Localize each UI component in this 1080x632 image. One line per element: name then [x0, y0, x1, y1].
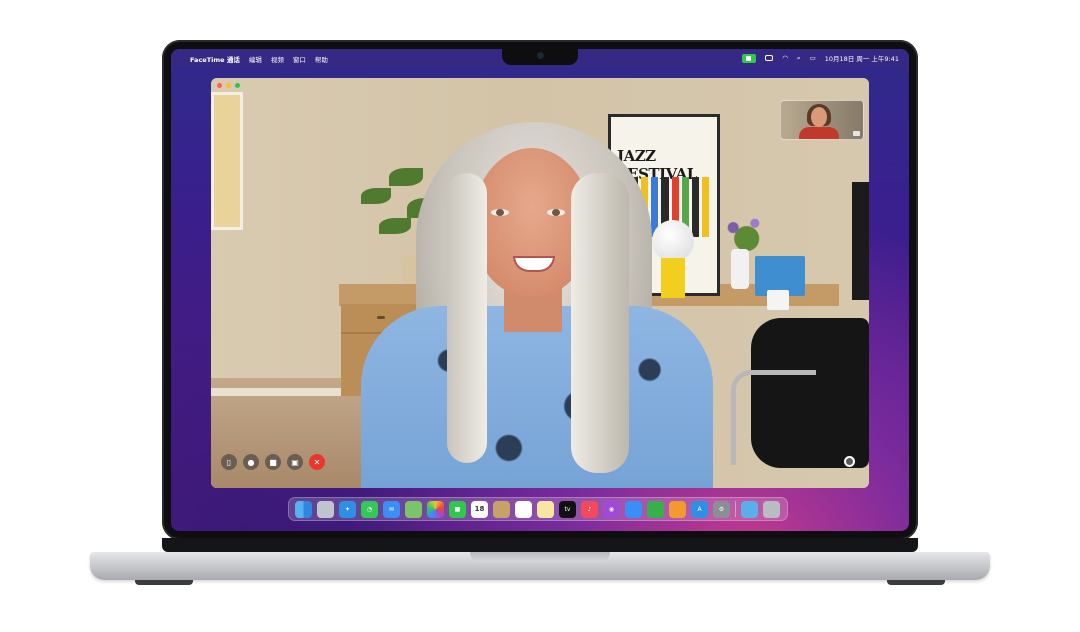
- tv-icon[interactable]: tv: [559, 500, 576, 518]
- plant-leaf: [361, 188, 391, 204]
- close-button[interactable]: [217, 83, 222, 88]
- lamp-shade: [652, 220, 694, 262]
- numbers-icon[interactable]: [647, 500, 664, 518]
- menu-window[interactable]: 窗口: [293, 54, 306, 64]
- macbook: FaceTime 通话 编辑 视频 窗口 帮助 ◠ ⌕ ▭ 10月18日 周一 …: [0, 0, 1080, 632]
- dock: ✦ ◔ ✉ ■ 18 tv ♪ ◉ A ⚙: [288, 497, 788, 521]
- contacts-icon[interactable]: [493, 500, 510, 518]
- pen-cup: [767, 290, 789, 310]
- person-eye: [547, 209, 565, 216]
- camera-icon[interactable]: ■: [265, 454, 281, 470]
- vase: [731, 249, 749, 289]
- call-controls: ▯ ● ■ ▣ ✕: [221, 454, 325, 470]
- facetime-window: JAZZ FESTIVAL ▯ ● ■ ▣ ✕: [211, 78, 869, 488]
- window-controls: [217, 83, 240, 88]
- safari-icon[interactable]: ✦: [339, 500, 356, 518]
- plant-leaf: [389, 168, 423, 186]
- person-sweater: [361, 306, 713, 488]
- battery-icon[interactable]: [765, 55, 774, 61]
- messages-icon[interactable]: ◔: [361, 500, 378, 518]
- lamp-base: [661, 258, 685, 298]
- camera-lens: [538, 53, 543, 58]
- minimize-button[interactable]: [226, 83, 231, 88]
- pip-body: [799, 127, 839, 139]
- chair-arm: [731, 370, 816, 465]
- monitor: [852, 182, 869, 300]
- sidebar-icon[interactable]: ▯: [221, 454, 237, 470]
- reminders-icon[interactable]: [515, 500, 532, 518]
- music-icon[interactable]: ♪: [581, 500, 598, 518]
- control-center-icon[interactable]: ▭: [810, 54, 816, 62]
- menu-bar-left: FaceTime 通话 编辑 视频 窗口 帮助: [181, 54, 328, 64]
- person-hair-left: [447, 173, 487, 463]
- wifi-icon[interactable]: ◠: [782, 54, 788, 62]
- podcasts-icon[interactable]: ◉: [603, 500, 620, 518]
- microphone-icon[interactable]: ●: [243, 454, 259, 470]
- maps-icon[interactable]: [405, 500, 422, 518]
- notes-icon[interactable]: [537, 500, 554, 518]
- end-call-icon[interactable]: ✕: [309, 454, 325, 470]
- pip-camera-icon[interactable]: [853, 131, 860, 136]
- pip-face: [811, 107, 827, 127]
- menu-clock[interactable]: 10月18日 周一 上午9:41: [825, 53, 899, 63]
- foot-left: [135, 580, 193, 585]
- shutter-icon[interactable]: [844, 456, 855, 467]
- app-menu[interactable]: FaceTime 通话: [190, 54, 240, 64]
- wall-frame: [211, 92, 243, 230]
- calendar-icon[interactable]: 18: [471, 500, 488, 518]
- person-eye: [491, 209, 509, 216]
- baseboard: [211, 388, 351, 396]
- pages-icon[interactable]: [669, 500, 686, 518]
- photos-icon[interactable]: [427, 500, 444, 518]
- person-hair-right: [571, 173, 629, 473]
- flowers: [717, 210, 771, 254]
- keynote-icon[interactable]: [625, 500, 642, 518]
- plant-leaf: [379, 218, 411, 234]
- menu-video[interactable]: 视频: [271, 54, 284, 64]
- self-view-pip[interactable]: [780, 100, 864, 140]
- hinge: [162, 538, 918, 552]
- finder-icon[interactable]: [295, 500, 312, 518]
- downloads-folder-icon[interactable]: [741, 500, 758, 518]
- facetime-icon[interactable]: ■: [449, 500, 466, 518]
- drawer-knob: [377, 316, 385, 319]
- foot-right: [887, 580, 945, 585]
- fullscreen-button[interactable]: [235, 83, 240, 88]
- mail-icon[interactable]: ✉: [383, 500, 400, 518]
- facetime-status-icon[interactable]: [742, 53, 757, 63]
- search-icon[interactable]: ⌕: [797, 54, 801, 63]
- app-store-icon[interactable]: A: [691, 500, 708, 518]
- dock-separator: [735, 501, 736, 517]
- system-preferences-icon[interactable]: ⚙: [713, 500, 730, 518]
- menu-bar-right: ◠ ⌕ ▭ 10月18日 周一 上午9:41: [742, 53, 899, 63]
- menu-edit[interactable]: 编辑: [249, 54, 262, 64]
- launchpad-icon[interactable]: [317, 500, 334, 518]
- screen-share-icon[interactable]: ▣: [287, 454, 303, 470]
- desktop: FaceTime 通话 编辑 视频 窗口 帮助 ◠ ⌕ ▭ 10月18日 周一 …: [171, 49, 909, 531]
- thumb-notch: [470, 552, 610, 562]
- menu-help[interactable]: 帮助: [315, 54, 328, 64]
- trash-icon[interactable]: [763, 500, 780, 518]
